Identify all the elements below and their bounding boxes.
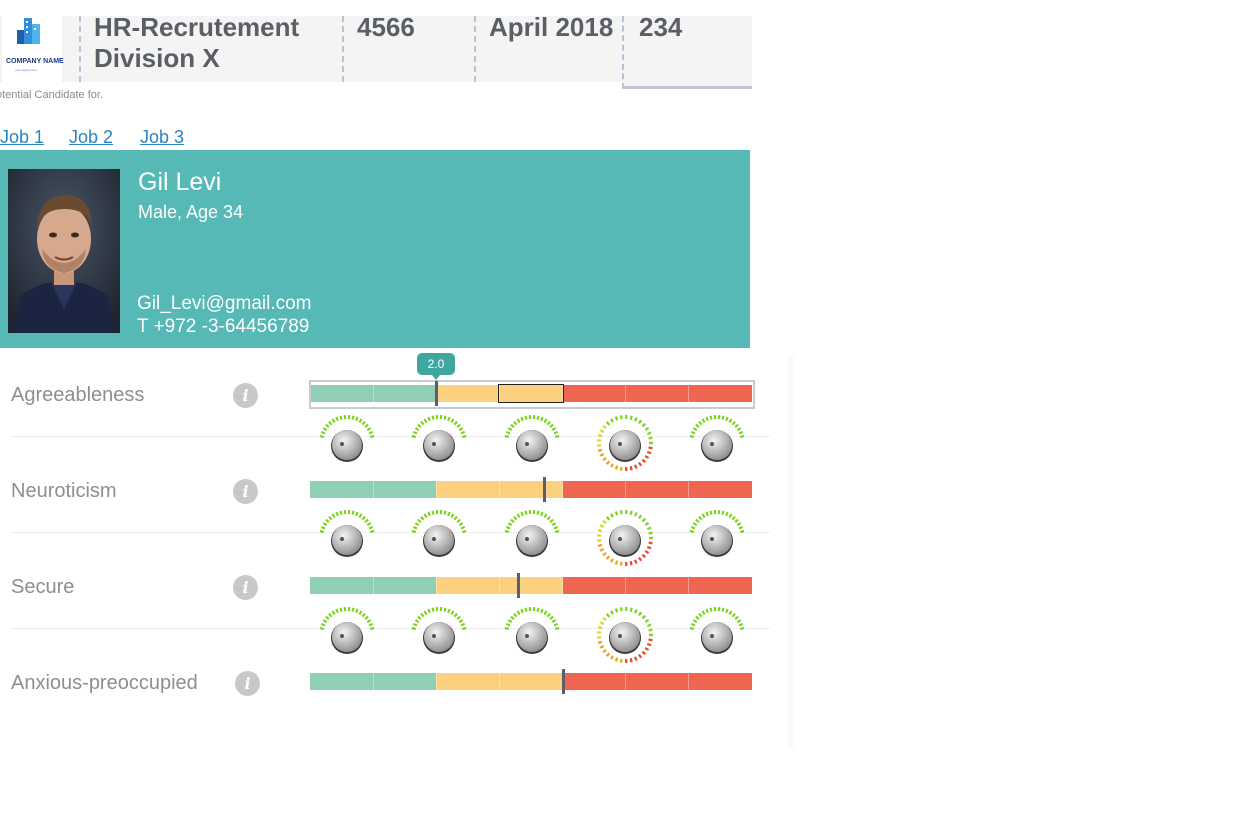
score-range-box[interactable]: [498, 384, 564, 403]
dial-knob-icon: [689, 510, 745, 557]
dial-knob-icon: [596, 414, 653, 472]
score-bar-secure[interactable]: [310, 577, 752, 594]
score-marker[interactable]: [435, 381, 439, 406]
score-marker[interactable]: [542, 477, 546, 502]
score-marker[interactable]: [561, 669, 565, 694]
company-logo: COMPANY NAME your tagline here: [2, 16, 64, 82]
candidate-photo: [8, 169, 120, 333]
dial-knob-icon: [596, 509, 653, 567]
score-value-bubble: 2.0: [417, 353, 455, 380]
dial-knob-icon: [319, 607, 375, 654]
dial-knob-icon: [504, 510, 560, 557]
candidate-card: [0, 150, 750, 348]
info-icon[interactable]: i: [233, 575, 258, 600]
dial-knob-icon: [504, 607, 560, 654]
date-cell: April 2018: [474, 12, 622, 82]
company-tagline: your tagline here: [15, 68, 38, 72]
info-icon[interactable]: i: [233, 383, 258, 408]
row-divider: [10, 436, 770, 437]
dial-knob-icon: [411, 415, 467, 462]
dial-knob-icon: [689, 415, 745, 462]
candidate-name: Gil Levi: [138, 168, 222, 196]
dial-knob-icon: [504, 415, 560, 462]
trait-label-secure: Secure: [11, 576, 75, 598]
header-date: April 2018: [489, 12, 614, 42]
row-divider: [10, 532, 770, 533]
row-divider: [10, 628, 770, 629]
info-icon[interactable]: i: [235, 671, 260, 696]
candidate-phone: T +972 -3-64456789: [137, 316, 310, 337]
dial-knob-icon: [319, 510, 375, 557]
info-icon[interactable]: i: [233, 479, 258, 504]
trait-label-neuroticism: Neuroticism: [11, 480, 117, 502]
number-cell: 4566: [342, 12, 474, 82]
header-bar: COMPANY NAME your tagline here HR-Recrut…: [0, 12, 752, 89]
trait-label-anxious-preoccupied: Anxious-preoccupied: [11, 672, 198, 694]
division-title-cell: HR-Recrutement Division X: [79, 12, 343, 82]
job-2-link[interactable]: Job 2: [69, 127, 113, 148]
dial-knob-icon: [319, 415, 375, 462]
company-name: COMPANY NAME: [6, 58, 64, 65]
header-number: 4566: [357, 12, 415, 42]
header-count: 234: [639, 12, 683, 42]
trait-label-agreeableness: Agreeableness: [11, 384, 145, 406]
division-title: HR-Recrutement Division X: [94, 12, 300, 73]
dial-knob-icon: [411, 510, 467, 557]
dial-knob-icon: [689, 607, 745, 654]
score-marker[interactable]: [517, 573, 521, 598]
panel-edge: [788, 356, 794, 748]
dial-knob-icon: [596, 606, 653, 664]
dial-knob-icon: [411, 607, 467, 654]
potential-candidate-note: otential Candidate for.: [0, 89, 104, 101]
candidate-email[interactable]: Gil_Levi@gmail.com: [137, 293, 312, 315]
job-1-link[interactable]: Job 1: [0, 127, 44, 148]
count-cell: 234: [622, 12, 752, 89]
score-bar-neuroticism[interactable]: [310, 481, 752, 498]
score-bar-anxious-preoccupied[interactable]: [310, 673, 752, 690]
building-logo-icon: [17, 18, 40, 44]
job-3-link[interactable]: Job 3: [140, 127, 184, 148]
candidate-gender-age: Male, Age 34: [138, 202, 244, 222]
